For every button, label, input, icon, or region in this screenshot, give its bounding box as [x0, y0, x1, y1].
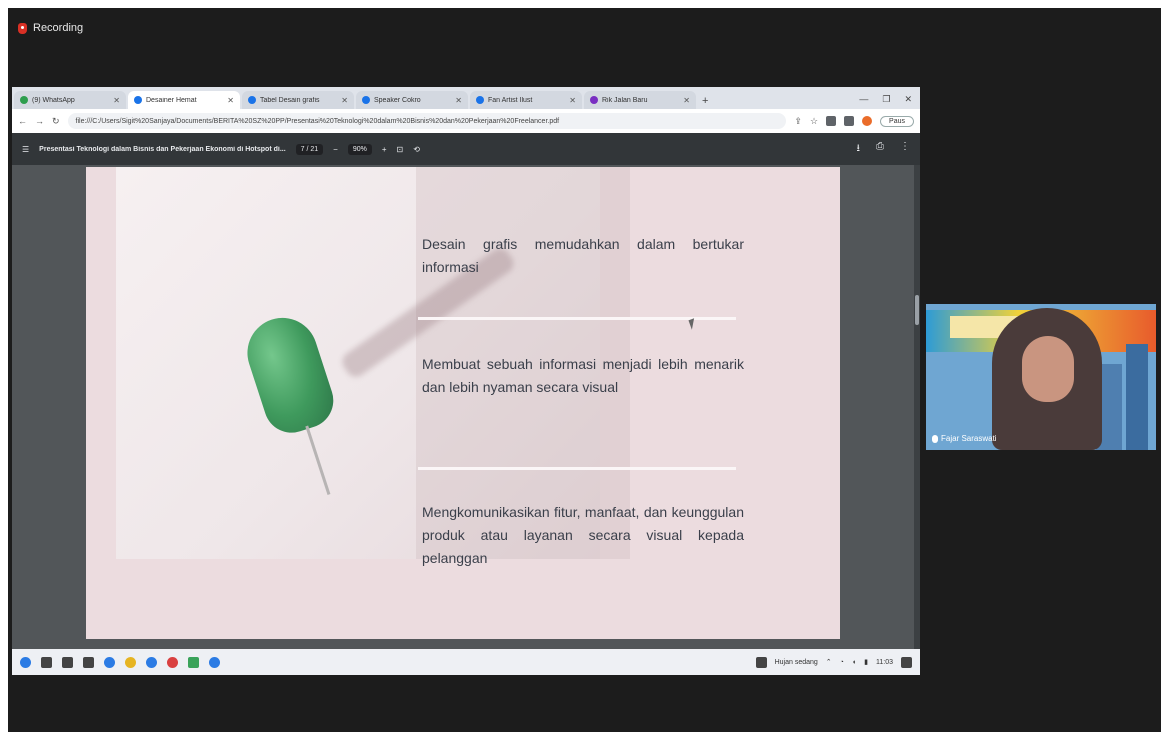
wifi-icon[interactable]: ◔	[840, 659, 844, 666]
new-tab-button[interactable]: +	[702, 95, 708, 107]
edge-icon[interactable]	[104, 656, 115, 668]
avatar[interactable]	[862, 116, 873, 126]
page-indicator[interactable]: 7 / 21	[295, 143, 324, 155]
browser-tab[interactable]: Fan Artist Ilust ✕	[470, 91, 582, 109]
sidebar-icon[interactable]	[844, 116, 855, 126]
minimize-icon[interactable]: —	[859, 94, 868, 105]
store-icon[interactable]	[146, 656, 157, 668]
bookmark-star-icon[interactable]: ☆	[810, 116, 818, 127]
slide-point-2: Membuat sebuah informasi menjadi lebih m…	[422, 356, 744, 395]
whatsapp-icon	[20, 96, 28, 104]
maximize-icon[interactable]: ❐	[882, 94, 890, 105]
pdf-viewer[interactable]: Desain grafis memudahkan dalam bertukar …	[12, 165, 920, 649]
vertical-scrollbar[interactable]	[914, 165, 920, 649]
widgets-icon[interactable]	[83, 656, 94, 668]
address-toolbar: ← → ↻ file:///C:/Users/Sigit%20Sanjaya/D…	[12, 109, 920, 133]
participant-name: Fajar Saraswati	[941, 434, 997, 443]
print-icon[interactable]: ⎙	[876, 141, 884, 158]
building-image	[1126, 344, 1148, 450]
participant-name-tag: Fajar Saraswati	[932, 434, 997, 443]
pdf-title: Presentasi Teknologi dalam Bisnis dan Pe…	[39, 145, 286, 153]
reload-icon[interactable]: ↻	[52, 116, 60, 127]
shared-screen: (9) WhatsApp ✕ Desainer Hemat ✕ Tabel Desa…	[12, 87, 920, 675]
browser-tab-strip: (9) WhatsApp ✕ Desainer Hemat ✕ Tabel Desa…	[12, 87, 920, 109]
tray-chevron-icon[interactable]: ⌃	[826, 658, 832, 666]
weather-icon	[755, 656, 767, 668]
record-icon	[18, 22, 27, 34]
address-bar[interactable]: file:///C:/Users/Sigit%20Sanjaya/Documen…	[67, 113, 787, 129]
browser-tab[interactable]: (9) WhatsApp ✕	[14, 91, 126, 109]
pdf-toolbar: ☰ Presentasi Teknologi dalam Bisnis dan …	[12, 133, 920, 165]
browser-tab[interactable]: Rik Jalan Baru ✕	[584, 91, 696, 109]
search-icon[interactable]	[41, 656, 52, 668]
weather-label: Hujan sedang	[774, 658, 818, 666]
close-icon[interactable]: ✕	[683, 96, 690, 105]
zoom-out-icon[interactable]: −	[333, 145, 338, 154]
meeting-window: Recording (9) WhatsApp ✕ Desainer Hemat ✕ …	[8, 8, 1161, 732]
task-view-icon[interactable]	[62, 656, 73, 668]
zoom-in-icon[interactable]: +	[382, 145, 387, 154]
rotate-icon[interactable]: ⟲	[413, 145, 420, 154]
zoom-level[interactable]: 90%	[347, 143, 372, 155]
page-icon	[362, 96, 370, 104]
browser-tab[interactable]: Tabel Desain grafis ✕	[242, 91, 354, 109]
system-tray: Hujan sedang ⌃ ◔ ◖ ▮ 11:03	[755, 656, 912, 668]
notification-icon[interactable]	[901, 656, 912, 668]
close-icon[interactable]: ✕	[113, 96, 120, 105]
close-icon[interactable]: ✕	[341, 96, 348, 105]
share-icon[interactable]: ⇪	[794, 116, 802, 127]
browser-tab[interactable]: Speaker Cokro ✕	[356, 91, 468, 109]
divider	[418, 467, 736, 470]
menu-icon[interactable]: ☰	[22, 145, 29, 154]
recording-label: Recording	[33, 22, 84, 34]
recording-indicator: Recording	[18, 22, 83, 34]
close-icon[interactable]: ✕	[569, 96, 576, 105]
page-icon	[134, 96, 142, 104]
zoom-app-icon[interactable]	[209, 656, 220, 668]
close-icon[interactable]: ✕	[455, 96, 462, 105]
page-icon	[476, 96, 484, 104]
slide-point-3: Mengkomunikasikan fitur, manfaat, dan ke…	[422, 504, 744, 566]
battery-icon[interactable]: ▮	[864, 658, 868, 666]
volume-icon[interactable]: ◖	[852, 659, 856, 666]
fit-page-icon[interactable]: ⊡	[397, 145, 404, 154]
participant-person	[992, 308, 1112, 450]
window-controls: — ❐ ✕	[859, 94, 920, 109]
chrome-icon[interactable]	[167, 656, 178, 668]
participant-video[interactable]: Fajar Saraswati	[926, 304, 1156, 450]
browser-tab-active[interactable]: Desainer Hemat ✕	[128, 91, 240, 109]
os-taskbar: Hujan sedang ⌃ ◔ ◖ ▮ 11:03	[12, 649, 920, 675]
file-explorer-icon[interactable]	[125, 656, 136, 668]
push-pin-icon	[229, 306, 373, 515]
close-window-icon[interactable]: ✕	[904, 94, 912, 105]
page-icon	[590, 96, 598, 104]
close-icon[interactable]: ✕	[227, 96, 234, 105]
extension-icon[interactable]	[826, 116, 837, 126]
slide-page: Desain grafis memudahkan dalam bertukar …	[86, 167, 840, 639]
app-icon[interactable]	[188, 656, 199, 668]
page-icon	[248, 96, 256, 104]
back-icon[interactable]: ←	[18, 116, 27, 126]
profile-button[interactable]: Paus	[880, 115, 914, 127]
forward-icon[interactable]: →	[35, 116, 44, 126]
download-icon[interactable]: ⭳	[857, 141, 861, 158]
slide-point-1: Desain grafis memudahkan dalam bertukar …	[422, 236, 744, 275]
clock[interactable]: 11:03	[876, 659, 893, 666]
microphone-icon	[932, 434, 938, 443]
more-options-icon[interactable]: ⋮	[900, 141, 910, 158]
pdf-actions: ⭳ ⎙ ⋮	[857, 141, 911, 158]
windows-start-icon[interactable]	[20, 656, 31, 668]
